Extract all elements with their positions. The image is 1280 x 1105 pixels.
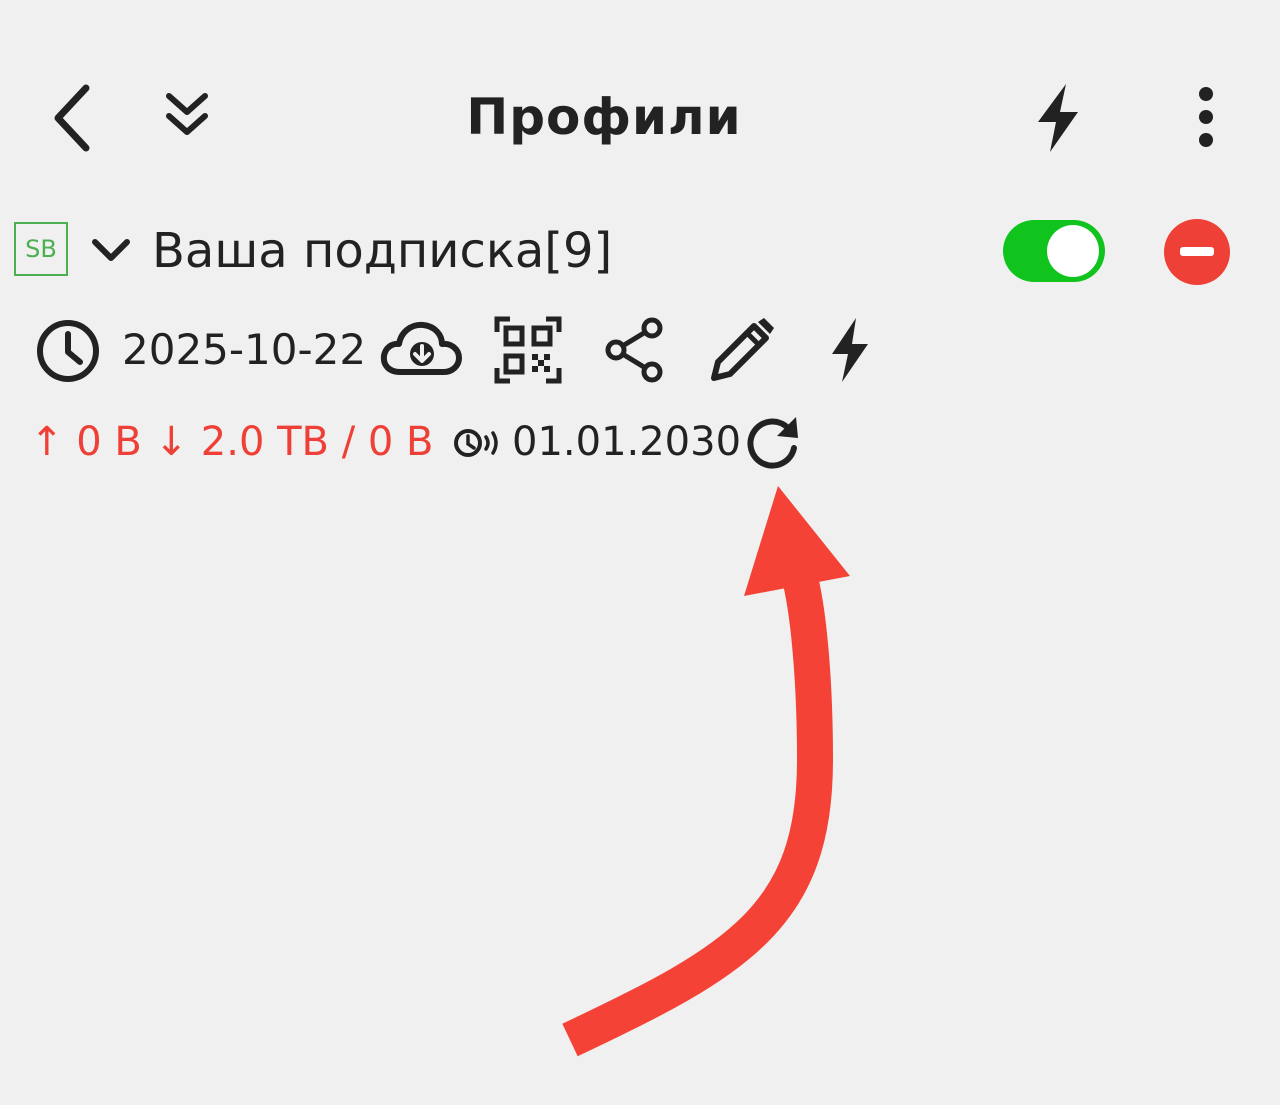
chevron-down-icon <box>92 239 130 261</box>
page-title: Профили <box>466 88 742 146</box>
expand-profile-button[interactable] <box>88 230 134 274</box>
minus-icon <box>1180 247 1214 256</box>
toggle-knob <box>1047 225 1099 277</box>
edit-pencil-icon <box>711 318 774 381</box>
more-vert-icon <box>1199 87 1213 147</box>
qr-code-icon <box>494 316 562 384</box>
test-latency-button[interactable] <box>826 316 874 384</box>
clock-icon <box>37 320 99 382</box>
edit-button[interactable] <box>708 316 776 384</box>
timer-alarm-icon <box>454 429 498 457</box>
last-update-indicator <box>34 318 102 384</box>
remove-profile-button[interactable] <box>1164 219 1230 285</box>
refresh-button[interactable] <box>740 414 804 472</box>
profile-enabled-toggle[interactable] <box>1003 220 1105 282</box>
lightning-icon <box>832 318 868 382</box>
traffic-usage: ↑ 0 B ↓ 2.0 TB / 0 B <box>30 419 434 465</box>
profile-name: Ваша подписка[9] <box>152 223 613 279</box>
connect-button[interactable] <box>1030 82 1086 154</box>
expiry-indicator <box>452 424 506 462</box>
qr-code-button[interactable] <box>494 316 562 384</box>
share-button[interactable] <box>602 316 668 384</box>
more-options-button[interactable] <box>1184 84 1228 150</box>
expire-date: 01.01.2030 <box>512 419 742 465</box>
update-profile-button[interactable] <box>380 318 462 380</box>
lightning-icon <box>1038 84 1078 152</box>
last-update-date: 2025-10-22 <box>122 325 367 374</box>
refresh-icon <box>747 417 798 469</box>
profile-type-badge: SB <box>14 222 68 276</box>
download-cloud-icon <box>380 321 462 375</box>
share-icon <box>605 317 663 383</box>
annotation-arrow <box>562 486 850 1057</box>
